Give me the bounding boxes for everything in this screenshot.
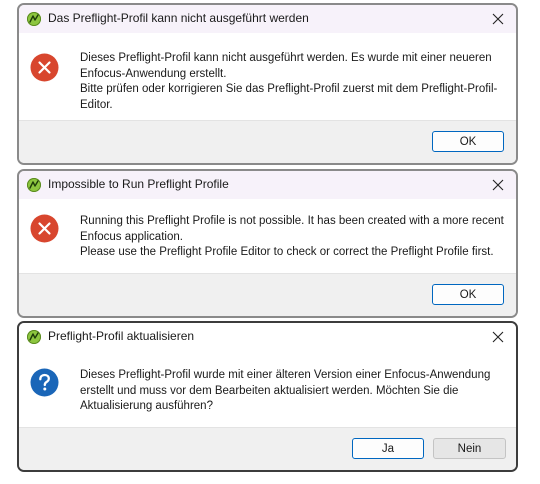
no-button[interactable]: Nein [433,438,506,459]
message-line: Running this Preflight Profile is not po… [80,215,504,243]
title-bar: Das Preflight-Profil kann nicht ausgefüh… [19,5,516,33]
dialog-title: Impossible to Run Preflight Profile [48,177,229,191]
message-line: Dieses Preflight-Profil kann nicht ausge… [80,52,492,80]
enfocus-app-icon [27,330,41,344]
dialog-message: Dieses Preflight-Profil wurde mit einer … [80,368,510,415]
message-line: Bitte prüfen oder korrigieren Sie das Pr… [80,83,498,111]
dialog-stack: Das Preflight-Profil kann nicht ausgefüh… [0,0,540,484]
dialog-body: Dieses Preflight-Profil wurde mit einer … [19,351,516,433]
error-icon [30,53,59,82]
dialog-title: Das Preflight-Profil kann nicht ausgefüh… [48,11,309,25]
message-line: Dieses Preflight-Profil wurde mit einer … [80,369,491,412]
yes-button[interactable]: Ja [352,438,424,459]
title-bar: Impossible to Run Preflight Profile [19,171,516,199]
dialog-title: Preflight-Profil aktualisieren [48,329,195,343]
error-icon [30,214,59,243]
button-bar: Ja Nein [19,427,516,470]
close-icon [492,13,504,25]
close-icon [492,331,504,343]
close-button[interactable] [488,327,508,347]
dialog-body: Running this Preflight Profile is not po… [19,199,516,279]
error-dialog-english: Impossible to Run Preflight Profile Runn… [17,169,518,318]
close-button[interactable] [488,175,508,195]
update-profile-dialog: Preflight-Profil aktualisieren Dieses Pr… [17,321,518,472]
message-line: Please use the Preflight Profile Editor … [80,246,494,258]
error-dialog-german: Das Preflight-Profil kann nicht ausgefüh… [17,3,518,165]
ok-button[interactable]: OK [432,284,504,305]
close-button[interactable] [488,9,508,29]
enfocus-app-icon [27,12,41,26]
enfocus-app-icon [27,178,41,192]
ok-button[interactable]: OK [432,131,504,152]
dialog-message: Running this Preflight Profile is not po… [80,214,510,261]
close-icon [492,179,504,191]
dialog-body: Dieses Preflight-Profil kann nicht ausge… [19,33,516,125]
button-bar: OK [19,120,516,163]
question-icon [30,368,59,397]
title-bar: Preflight-Profil aktualisieren [19,323,516,351]
dialog-message: Dieses Preflight-Profil kann nicht ausge… [80,51,510,113]
button-bar: OK [19,273,516,316]
